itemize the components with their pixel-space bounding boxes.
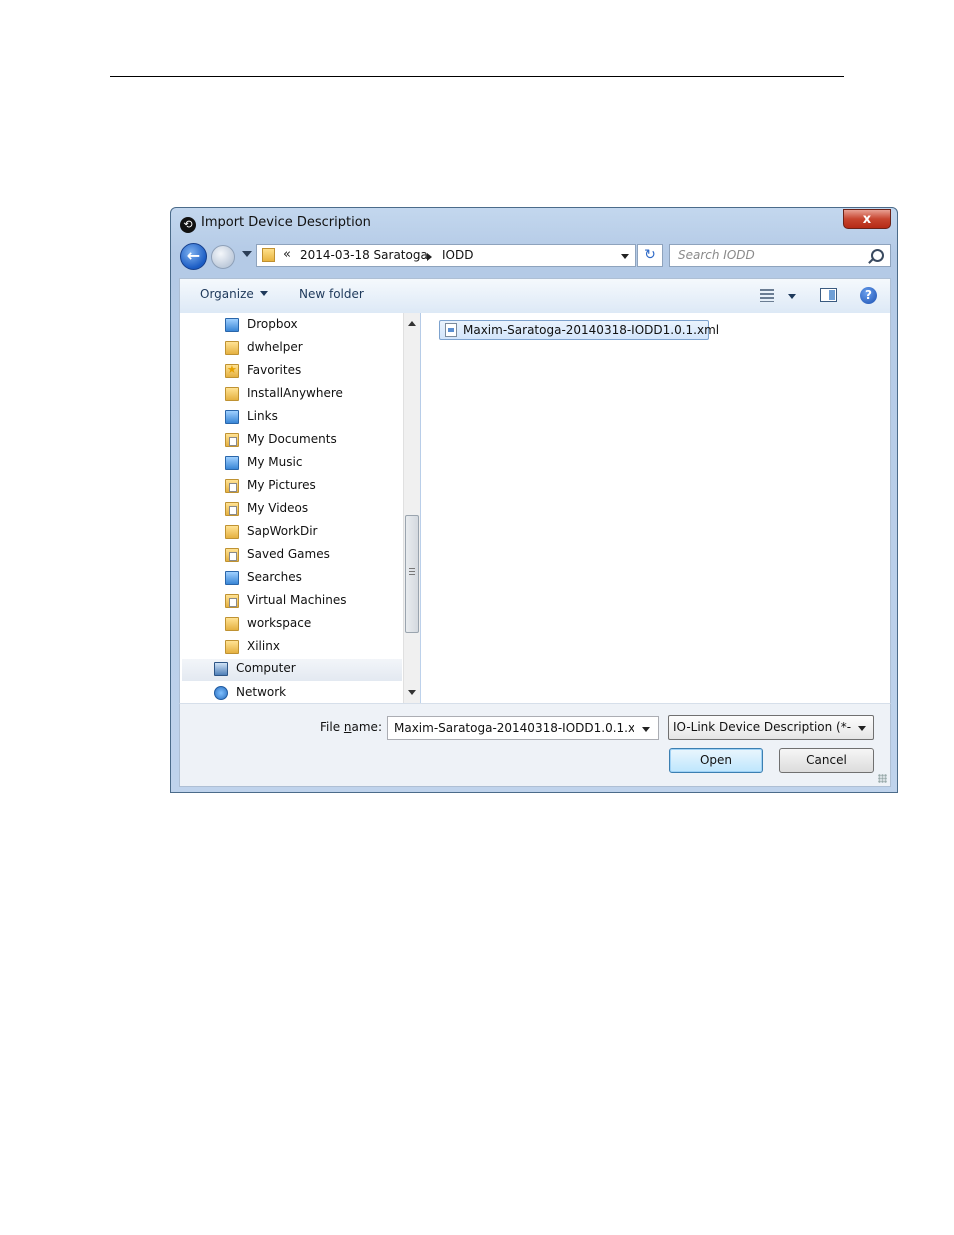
scroll-up-arrow-icon[interactable] [408,321,416,326]
file-list-pane[interactable]: Maxim-Saratoga-20140318-IODD1.0.1.xml [421,313,891,703]
app-logo-icon: ⟲ [180,217,196,233]
search-icon[interactable] [871,249,884,262]
new-folder-button[interactable]: New folder [299,287,364,301]
file-selection-footer: File name: IO-Link Device Description (*… [179,703,891,787]
nav-item-computer[interactable]: Computer [182,659,402,681]
favorites-folder-icon [225,363,239,378]
preview-pane-icon[interactable] [820,288,837,302]
search-box[interactable] [669,244,891,267]
chevron-down-icon[interactable] [642,727,650,732]
navigation-scrollbar[interactable] [403,313,420,703]
page-header-rule [110,76,844,77]
file-type-value: IO-Link Device Description (*-IODD*.xml) [673,720,851,734]
scrollbar-thumb[interactable] [405,515,419,633]
file-name-label: Maxim-Saratoga-20140318-IODD1.0.1.xml [463,323,720,337]
folder-icon [225,525,239,539]
folder-icon [225,640,239,654]
videos-folder-icon [225,502,239,516]
back-button[interactable]: ← [180,243,207,270]
help-icon[interactable]: ? [860,287,877,304]
network-icon [214,686,228,700]
command-toolbar: Organize New folder ? [179,278,891,313]
folder-icon [225,617,239,631]
address-dropdown-icon[interactable] [621,254,629,259]
organize-button[interactable]: Organize [200,287,268,301]
searches-folder-icon [225,571,239,585]
music-folder-icon [225,456,239,470]
breadcrumb-saratoga[interactable]: 2014-03-18 Saratoga [300,248,428,262]
folder-icon [225,387,239,401]
folder-icon [225,341,239,355]
navigation-bar: ← « 2014-03-18 Saratoga IODD ↻ [171,238,897,270]
search-input[interactable] [676,247,860,263]
breadcrumb-iodd[interactable]: IODD [442,248,473,262]
grip-icon [409,568,415,576]
pictures-folder-icon [225,479,239,493]
file-type-select[interactable]: IO-Link Device Description (*-IODD*.xml) [668,715,874,740]
saved-games-folder-icon [225,548,239,562]
navigation-pane: Dropbox dwhelper Favorites InstallAnywhe… [179,313,419,703]
documents-folder-icon [225,433,239,447]
close-button[interactable]: x [843,209,891,229]
scroll-down-arrow-icon[interactable] [408,690,416,695]
links-folder-icon [225,410,239,424]
recent-locations-dropdown[interactable] [242,251,252,257]
dropbox-folder-icon [225,318,239,332]
breadcrumb-separator-icon[interactable] [427,253,432,261]
title-bar[interactable]: ⟲ Import Device Description x [171,208,897,238]
computer-icon [214,662,228,676]
cancel-button[interactable]: Cancel [779,748,874,773]
organize-label: Organize [200,287,254,301]
resize-grip-icon[interactable] [878,774,887,783]
file-name-input[interactable] [392,720,636,736]
file-name-combobox[interactable] [387,716,659,740]
forward-button[interactable] [211,245,235,269]
dialog-title: Import Device Description [201,215,371,230]
chevron-down-icon[interactable] [858,726,866,731]
chevron-down-icon [259,291,268,296]
view-options-dropdown[interactable] [788,294,796,299]
open-button[interactable]: Open [669,748,763,773]
breadcrumb-overflow[interactable]: « [283,247,291,262]
folder-icon [225,594,239,608]
folder-icon [262,248,275,262]
refresh-button[interactable]: ↻ [637,244,663,267]
file-name-label: File name: [320,720,382,734]
import-device-description-dialog: ⟲ Import Device Description x ← « 2014-0… [170,207,898,793]
change-view-icon[interactable] [760,289,774,302]
xml-file-icon [445,323,457,337]
file-item-iodd-xml[interactable]: Maxim-Saratoga-20140318-IODD1.0.1.xml [439,320,719,340]
address-bar[interactable]: « 2014-03-18 Saratoga IODD [256,244,636,267]
